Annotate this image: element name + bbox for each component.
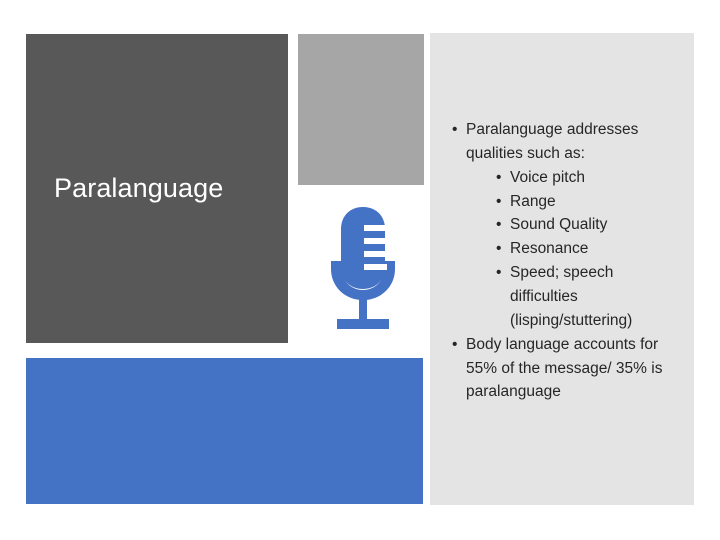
list-item: • Sound Quality xyxy=(496,213,680,237)
title-block: Paralanguage xyxy=(26,34,288,343)
bullet-marker-icon: • xyxy=(452,121,458,138)
bullet-list: • Paralanguage addresses qualities such … xyxy=(452,118,680,404)
list-item: • Resonance xyxy=(496,237,680,261)
page-title: Paralanguage xyxy=(54,172,224,203)
bullet-marker-icon: • xyxy=(496,192,502,210)
bullet-marker-icon: • xyxy=(496,168,502,186)
list-item-text: Voice pitch xyxy=(510,168,585,186)
slide-canvas: Paralanguage • Paralanguage addresses qu… xyxy=(0,0,720,540)
list-item: • Speed; speech difficulties (lisping/st… xyxy=(496,261,680,333)
list-item-text: Sound Quality xyxy=(510,216,608,234)
list-item: • Body language accounts for 55% of the … xyxy=(452,333,680,405)
list-item-text: Speed; speech difficulties (lisping/stut… xyxy=(510,264,633,329)
bullet-marker-icon: • xyxy=(496,216,502,234)
list-item: • Voice pitch xyxy=(496,166,680,190)
list-item: • Range xyxy=(496,190,680,214)
bullet-level-1: • Paralanguage addresses qualities such … xyxy=(452,118,680,404)
list-item: • Paralanguage addresses qualities such … xyxy=(452,118,680,333)
microphone-icon xyxy=(323,205,403,337)
bullet-marker-icon: • xyxy=(496,264,502,282)
blue-accent-block xyxy=(26,358,423,504)
bullet-level-2: • Voice pitch • Range • Sound Quality • … xyxy=(466,166,680,333)
list-item-text: Range xyxy=(510,192,556,210)
list-item-text: Paralanguage addresses qualities such as… xyxy=(466,121,639,162)
gray-accent-block xyxy=(298,34,424,185)
list-item-text: Body language accounts for 55% of the me… xyxy=(466,335,663,401)
bullet-marker-icon: • xyxy=(496,240,502,258)
list-item-text: Resonance xyxy=(510,240,589,258)
bullet-marker-icon: • xyxy=(452,335,458,353)
